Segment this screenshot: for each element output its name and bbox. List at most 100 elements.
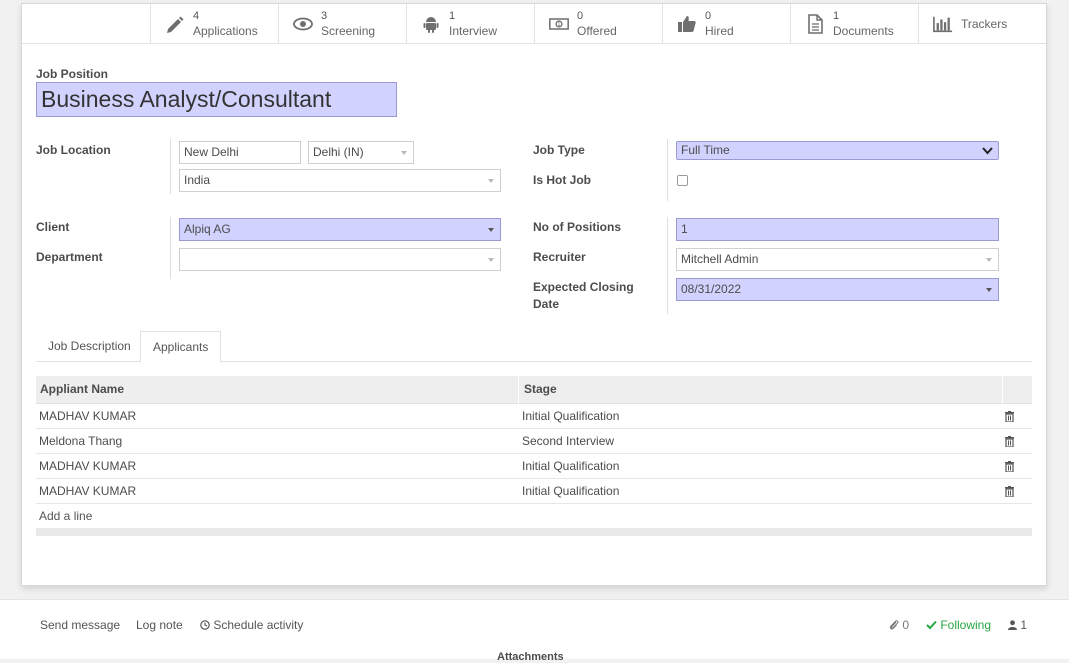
client-dropdown-icon — [488, 228, 494, 232]
closing-date-label-line1: Expected Closing — [533, 280, 634, 294]
trash-icon[interactable] — [1005, 461, 1014, 472]
attachments-button[interactable]: 0 — [889, 617, 909, 633]
tab-job-description[interactable]: Job Description — [36, 331, 143, 362]
chatter-bar: Send message Log note Schedule activity … — [0, 599, 1069, 663]
android-icon — [423, 17, 439, 33]
applications-count: 4 — [193, 10, 200, 22]
closing-date-value: 08/31/2022 — [681, 282, 742, 296]
recruiter-select[interactable]: Mitchell Admin — [676, 248, 999, 271]
location-separator — [170, 139, 171, 194]
trash-icon[interactable] — [1005, 486, 1014, 497]
hired-label: Hired — [705, 24, 734, 38]
column-divider — [1002, 376, 1003, 404]
check-icon — [926, 620, 937, 630]
city-input[interactable]: New Delhi — [179, 141, 301, 164]
form-sheet: 4 Applications 3 Screening 1 Interview 1… — [21, 3, 1047, 586]
attachments-count: 0 — [902, 618, 910, 632]
trash-icon[interactable] — [1005, 436, 1014, 447]
hot-job-label: Is Hot Job — [533, 173, 592, 187]
documents-button[interactable]: 1 Documents — [790, 4, 918, 44]
recruiter-value: Mitchell Admin — [681, 252, 759, 266]
smart-bar-spacer — [22, 4, 150, 44]
document-icon — [808, 14, 823, 34]
trackers-button[interactable]: Trackers — [918, 4, 1046, 44]
followers-button[interactable]: 1 — [1008, 617, 1027, 633]
closing-date-input[interactable]: 08/31/2022 — [676, 278, 999, 301]
table-row[interactable]: Meldona Thang Second Interview — [36, 429, 1032, 454]
closing-date-label: Expected Closing Date — [533, 279, 643, 313]
column-header-stage[interactable]: Stage — [524, 376, 557, 403]
offered-button[interactable]: 1 0 Offered — [534, 4, 662, 44]
user-icon — [1008, 620, 1017, 630]
job-type-label: Job Type — [533, 143, 585, 157]
clock-icon — [200, 620, 210, 630]
closing-date-label-line2: Date — [533, 297, 560, 311]
offered-count: 0 — [577, 10, 584, 22]
job-position-label: Job Position — [36, 67, 108, 81]
table-footer — [36, 528, 1032, 536]
country-select[interactable]: India — [179, 169, 501, 192]
state-select[interactable]: Delhi (IN) — [308, 141, 414, 164]
applications-label: Applications — [193, 24, 258, 38]
interview-button[interactable]: 1 Interview — [406, 4, 534, 44]
client-separator — [170, 217, 171, 279]
positions-input[interactable]: 1 — [676, 218, 999, 241]
add-line-row: Add a line — [36, 504, 1032, 528]
department-label: Department — [36, 250, 103, 264]
following-label: Following — [940, 618, 992, 632]
thumbs-up-icon — [678, 16, 696, 32]
attachments-heading: Attachments — [497, 651, 564, 663]
schedule-activity-button[interactable]: Schedule activity — [200, 617, 303, 633]
log-note-button[interactable]: Log note — [136, 617, 183, 633]
chevron-down-icon — [982, 147, 993, 155]
table-row[interactable]: MADHAV KUMAR Initial Qualification — [36, 479, 1032, 504]
documents-count: 1 — [833, 10, 840, 22]
interview-label: Interview — [449, 24, 498, 38]
trackers-label: Trackers — [961, 17, 1008, 31]
hot-job-checkbox[interactable] — [677, 175, 688, 186]
following-button[interactable]: Following — [926, 617, 991, 633]
applicant-stage: Initial Qualification — [522, 459, 620, 473]
applicant-stage: Initial Qualification — [522, 409, 620, 423]
svg-text:1: 1 — [557, 22, 560, 28]
applicant-name: MADHAV KUMAR — [39, 484, 137, 498]
applicant-name: MADHAV KUMAR — [39, 459, 137, 473]
hired-button[interactable]: 0 Hired — [662, 4, 790, 44]
send-message-button[interactable]: Send message — [40, 617, 120, 633]
screening-count: 3 — [321, 10, 328, 22]
interview-count: 1 — [449, 10, 456, 22]
offered-label: Offered — [577, 24, 617, 38]
job-position-input[interactable]: Business Analyst/Consultant — [36, 82, 397, 117]
department-dropdown-icon — [488, 258, 494, 262]
column-divider — [518, 376, 519, 404]
table-row[interactable]: MADHAV KUMAR Initial Qualification — [36, 454, 1032, 479]
trash-icon[interactable] — [1005, 411, 1014, 422]
screening-label: Screening — [321, 24, 376, 38]
table-row[interactable]: MADHAV KUMAR Initial Qualification — [36, 404, 1032, 429]
state-dropdown-icon — [401, 151, 407, 155]
applications-button[interactable]: 4 Applications — [150, 4, 278, 44]
bar-chart-icon — [933, 16, 953, 33]
screening-button[interactable]: 3 Screening — [278, 4, 406, 44]
paperclip-icon — [889, 620, 899, 630]
table-header: Appliant Name Stage — [36, 376, 1032, 404]
followers-count: 1 — [1020, 618, 1028, 632]
eye-icon — [293, 17, 313, 31]
applicant-stage: Second Interview — [522, 434, 615, 448]
client-select[interactable]: Alpiq AG — [179, 218, 501, 241]
recruiter-label: Recruiter — [533, 250, 586, 264]
money-icon: 1 — [549, 18, 569, 30]
column-header-name[interactable]: Appliant Name — [40, 376, 124, 403]
date-dropdown-icon — [986, 288, 992, 292]
notebook-tabs: Job Description Applicants — [36, 331, 1032, 363]
pencil-icon — [167, 16, 184, 33]
job-type-select[interactable]: Full Time — [676, 141, 999, 160]
state-value: Delhi (IN) — [313, 145, 364, 159]
job-type-value: Full Time — [681, 143, 730, 157]
documents-label: Documents — [833, 24, 894, 38]
tab-applicants[interactable]: Applicants — [140, 331, 222, 363]
positions-separator — [667, 217, 668, 314]
department-select[interactable] — [179, 248, 501, 271]
add-line-link[interactable]: Add a line — [39, 504, 92, 528]
applicants-table: Appliant Name Stage MADHAV KUMAR Initial… — [36, 376, 1032, 536]
